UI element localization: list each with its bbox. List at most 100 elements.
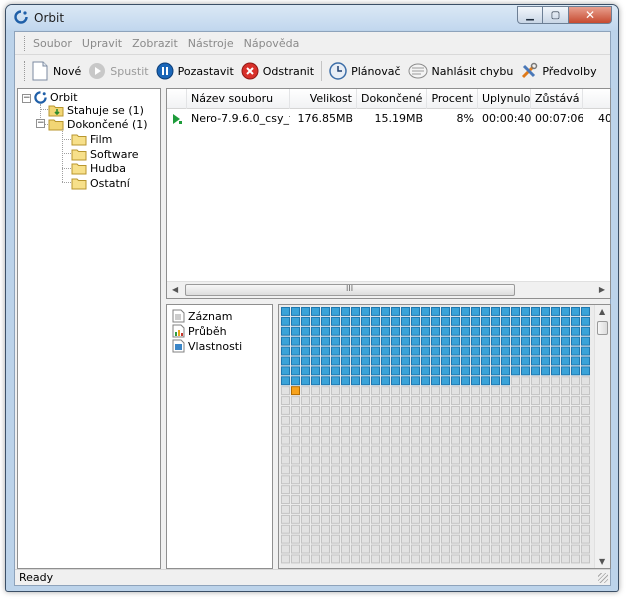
minimize-button[interactable]: ▁ xyxy=(517,6,543,24)
column-header-completed[interactable]: Dokončené xyxy=(357,89,427,109)
block-cell xyxy=(541,425,550,435)
block-cell xyxy=(341,356,350,366)
block-cell xyxy=(531,445,540,455)
new-button[interactable]: Nové xyxy=(31,59,81,83)
block-cell xyxy=(431,465,440,475)
block-cell xyxy=(571,524,580,534)
block-cell xyxy=(321,366,330,376)
block-cell xyxy=(531,406,540,415)
report-bug-button[interactable]: Nahlásit chybu xyxy=(408,59,513,83)
block-cell xyxy=(531,336,540,346)
tree-item-count: (1) xyxy=(131,117,148,131)
menu-nastroje[interactable]: Nástroje xyxy=(188,37,234,50)
block-cell xyxy=(321,396,330,405)
maximize-button[interactable]: ▢ xyxy=(543,6,569,24)
scroll-right-icon[interactable]: ▶ xyxy=(599,285,605,294)
block-cell xyxy=(301,544,310,554)
resize-grip[interactable] xyxy=(598,573,608,583)
block-cell xyxy=(301,356,310,366)
menu-grip[interactable] xyxy=(24,35,27,51)
toolbar-grip[interactable] xyxy=(24,61,27,81)
scrollbar-thumb[interactable] xyxy=(597,321,608,335)
download-row[interactable]: Nero-7.9.6.0_csy_tr... 176.85MB 15.19MB … xyxy=(167,110,610,128)
column-header-size[interactable]: Velikost xyxy=(290,89,357,109)
block-cell xyxy=(511,366,520,376)
block-cell xyxy=(581,356,590,366)
remove-button[interactable]: Odstranit xyxy=(241,59,314,83)
tree-item-film[interactable]: Film xyxy=(71,132,112,146)
block-cell xyxy=(311,485,320,495)
scroll-down-icon[interactable]: ▼ xyxy=(599,557,605,566)
block-cell xyxy=(331,307,340,316)
block-cell xyxy=(551,445,560,455)
column-header-status[interactable] xyxy=(167,89,187,109)
block-cell xyxy=(571,406,580,415)
scheduler-button[interactable]: Plánovač xyxy=(329,59,401,83)
block-cell xyxy=(491,415,500,425)
tree-item-software[interactable]: Software xyxy=(71,147,139,161)
block-cell xyxy=(571,475,580,485)
block-cell xyxy=(321,346,330,356)
tab-log[interactable]: Záznam xyxy=(172,309,232,323)
vertical-scrollbar[interactable]: ▲ ▼ xyxy=(594,305,610,568)
menu-upravit[interactable]: Upravit xyxy=(82,37,122,50)
start-button[interactable]: Spustit xyxy=(88,59,149,83)
block-cell xyxy=(451,514,460,524)
menu-zobrazit[interactable]: Zobrazit xyxy=(132,37,178,50)
block-cell xyxy=(531,376,540,386)
block-cell xyxy=(421,505,430,514)
block-cell xyxy=(301,465,310,475)
tab-properties[interactable]: Vlastnosti xyxy=(172,339,242,353)
pause-button[interactable]: Pozastavit xyxy=(156,59,234,83)
menu-napoveda[interactable]: Nápověda xyxy=(244,37,300,50)
block-cell xyxy=(361,514,370,524)
menu-soubor[interactable]: Soubor xyxy=(33,37,72,50)
block-cell xyxy=(431,514,440,524)
tree-item-downloading[interactable]: Stahuje se (1) xyxy=(48,103,144,117)
block-cell xyxy=(281,386,290,396)
block-cell xyxy=(301,455,310,465)
tree-item-hudba[interactable]: Hudba xyxy=(71,161,126,175)
block-cell xyxy=(421,534,430,544)
scroll-left-icon[interactable]: ◀ xyxy=(172,285,178,294)
block-cell xyxy=(341,425,350,435)
block-cell xyxy=(551,406,560,415)
scroll-up-icon[interactable]: ▲ xyxy=(599,307,605,316)
column-header-rate[interactable]: R xyxy=(583,89,610,109)
block-cell xyxy=(421,544,430,554)
column-header-elapsed[interactable]: Uplynulo xyxy=(478,89,531,109)
block-cell xyxy=(341,544,350,554)
block-cell xyxy=(521,425,530,435)
block-cell xyxy=(381,386,390,396)
scrollbar-thumb[interactable]: III xyxy=(185,284,515,296)
pause-icon xyxy=(156,62,174,80)
block-cell xyxy=(301,386,310,396)
preferences-button[interactable]: Předvolby xyxy=(520,59,597,83)
tree-item-ostatni[interactable]: Ostatní xyxy=(71,176,130,190)
horizontal-scrollbar[interactable]: ◀ III ▶ xyxy=(167,281,610,298)
block-cell xyxy=(401,386,410,396)
block-cell xyxy=(421,406,430,415)
block-cell xyxy=(281,326,290,336)
column-header-name[interactable]: Název souboru xyxy=(187,89,290,109)
tree-expander-root[interactable]: − xyxy=(22,94,31,103)
tree-expander-completed[interactable]: − xyxy=(36,119,45,128)
block-cell xyxy=(331,445,340,455)
block-cell xyxy=(411,366,420,376)
block-cell xyxy=(281,554,290,564)
block-cell xyxy=(491,505,500,514)
block-cell xyxy=(371,307,380,316)
tab-progress[interactable]: Průběh xyxy=(172,324,227,338)
block-cell xyxy=(501,406,510,415)
close-button[interactable]: ✕ xyxy=(569,6,612,24)
block-cell xyxy=(561,425,570,435)
block-cell xyxy=(511,425,520,435)
block-cell xyxy=(441,356,450,366)
column-header-remaining[interactable]: Zůstává xyxy=(531,89,583,109)
block-cell xyxy=(321,406,330,415)
column-header-percent[interactable]: Procent xyxy=(427,89,478,109)
block-cell xyxy=(431,346,440,356)
block-cell xyxy=(321,435,330,445)
block-cell xyxy=(341,406,350,415)
block-cell xyxy=(361,505,370,514)
